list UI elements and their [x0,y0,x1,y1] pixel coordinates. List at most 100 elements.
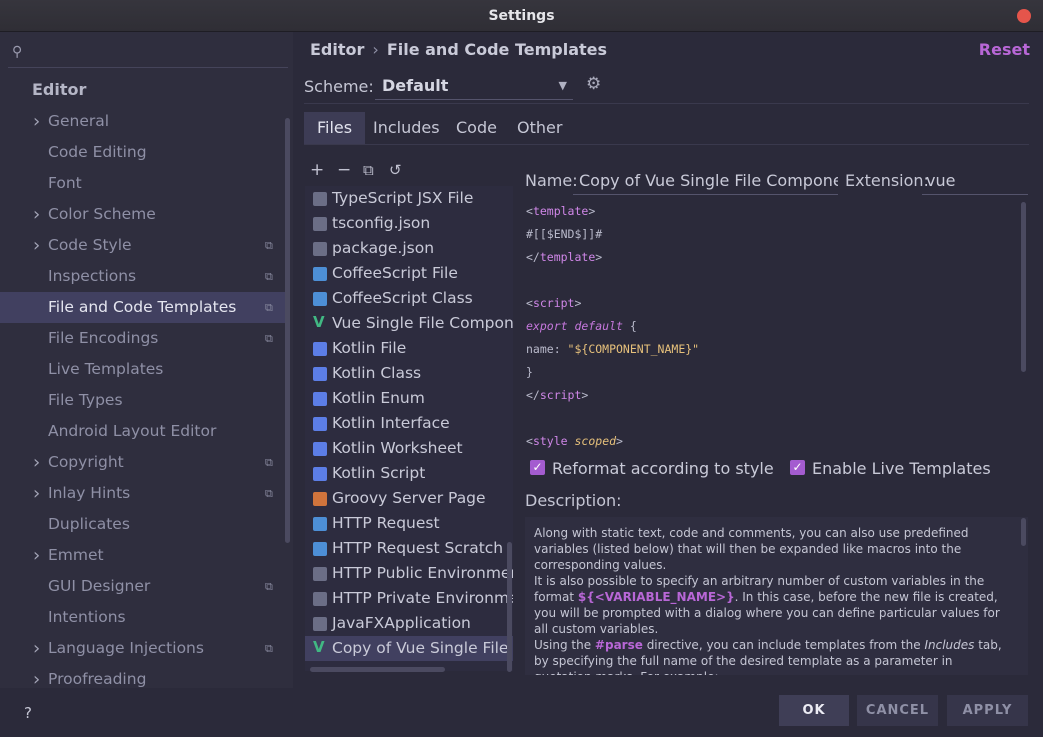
tab-includes[interactable]: Includes [360,112,453,144]
template-list-item[interactable]: package.json [305,236,513,261]
template-list-hscrollbar[interactable] [310,667,445,672]
sidebar-item-file-and-code-templates[interactable]: File and Code Templates ⧉ [0,292,290,323]
chevron-right-icon[interactable]: › [33,540,40,571]
settings-search-input[interactable]: ⚲ [8,38,288,68]
sidebar-section-editor[interactable]: Editor [32,80,86,99]
template-label: package.json [332,239,435,257]
sidebar-item-duplicates[interactable]: Duplicates [0,509,290,540]
editor-scrollbar[interactable] [1021,202,1026,372]
sidebar-item-live-templates[interactable]: Live Templates [0,354,290,385]
template-list-item[interactable]: Kotlin Script [305,461,513,486]
code-line: <style scoped> [526,434,623,448]
sidebar-item-copyright[interactable]: › Copyright ⧉ [0,447,290,478]
sidebar-item-file-encodings[interactable]: File Encodings ⧉ [0,323,290,354]
add-icon[interactable]: + [310,160,324,180]
apply-button[interactable]: APPLY [947,695,1028,726]
template-label: JavaFXApplication [332,614,471,632]
tab-other[interactable]: Other [504,112,575,144]
extension-input[interactable]: vue [922,165,1028,195]
kotlin-icon [313,417,327,431]
template-list-item[interactable]: CoffeeScript File [305,261,513,286]
sidebar-item-language-injections[interactable]: › Language Injections ⧉ [0,633,290,664]
template-label: Groovy Server Page [332,489,486,507]
chevron-right-icon[interactable]: › [33,106,40,137]
template-list-item[interactable]: HTTP Public Environment File [305,561,513,586]
ok-button[interactable]: OK [779,695,849,726]
sidebar-item-gui-designer[interactable]: GUI Designer ⧉ [0,571,290,602]
chevron-right-icon[interactable]: › [33,633,40,664]
name-label: Name: [525,171,578,190]
sidebar-item-android-layout-editor[interactable]: Android Layout Editor [0,416,290,447]
template-list-item[interactable]: tsconfig.json [305,211,513,236]
project-scope-icon: ⧉ [265,456,273,469]
template-list-vscrollbar[interactable] [507,542,512,672]
chevron-right-icon[interactable]: › [33,199,40,230]
tab-code[interactable]: Code [443,112,510,144]
sidebar-item-label: Color Scheme [48,205,156,223]
chevron-right-icon[interactable]: › [33,230,40,261]
sidebar-item-inlay-hints[interactable]: › Inlay Hints ⧉ [0,478,290,509]
breadcrumb-parent[interactable]: Editor [310,40,364,59]
code-line: export default { [526,319,637,333]
sidebar-scrollbar[interactable] [285,118,290,543]
sidebar-item-intentions[interactable]: Intentions [0,602,290,633]
sidebar-item-inspections[interactable]: Inspections ⧉ [0,261,290,292]
template-list-item[interactable]: HTTP Private Environment File [305,586,513,611]
remove-icon[interactable]: − [337,160,351,180]
revert-icon[interactable]: ↺ [389,161,402,179]
template-list-item[interactable]: Kotlin Worksheet [305,436,513,461]
code-line: } [526,365,533,379]
template-list-item[interactable]: Groovy Server Page [305,486,513,511]
kotlin-icon [313,367,327,381]
template-label: HTTP Public Environment File [332,564,513,582]
sidebar-item-emmet[interactable]: › Emmet [0,540,290,571]
project-scope-icon: ⧉ [265,270,273,283]
project-scope-icon: ⧉ [265,239,273,252]
template-list-item[interactable]: Kotlin Interface [305,411,513,436]
template-code-editor[interactable]: <template> #[[$END$]]# </template> <scri… [520,200,1028,450]
tab-files[interactable]: Files [304,112,366,144]
template-list-item[interactable]: CoffeeScript Class [305,286,513,311]
extension-label: Extension: [845,171,929,190]
chevron-right-icon[interactable]: › [33,664,40,695]
sidebar-item-proofreading[interactable]: › Proofreading [0,664,290,695]
template-list-item[interactable]: HTTP Request Scratch [305,536,513,561]
gear-icon[interactable]: ⚙ [586,74,601,94]
description-scrollbar[interactable] [1021,518,1026,546]
sidebar-item-label: File and Code Templates [48,298,237,316]
help-button[interactable]: ? [16,701,40,725]
template-list-item[interactable]: Kotlin File [305,336,513,361]
title-bar: Settings [0,0,1043,32]
template-label: Kotlin Class [332,364,422,382]
chevron-right-icon[interactable]: › [33,447,40,478]
close-window-button[interactable] [1017,9,1031,23]
coffeescript-icon [313,267,327,281]
template-label: Vue Single File Component [332,314,513,332]
sidebar-item-general[interactable]: › General [0,106,290,137]
copy-icon[interactable]: ⧉ [363,161,374,179]
description-paragraph: Using the #parse directive, you can incl… [534,638,1002,675]
sidebar-item-file-types[interactable]: File Types [0,385,290,416]
window-title: Settings [488,8,555,24]
template-list-item[interactable]: Kotlin Class [305,361,513,386]
sidebar-item-label: Android Layout Editor [48,422,217,440]
template-label: Kotlin Interface [332,414,450,432]
chevron-right-icon[interactable]: › [33,478,40,509]
template-list-item[interactable]: JavaFXApplication [305,611,513,636]
name-input[interactable]: Copy of Vue Single File Component [573,165,838,195]
template-list-item[interactable]: V Copy of Vue Single File Component [305,636,513,661]
sidebar-item-code-editing[interactable]: Code Editing [0,137,290,168]
reset-link[interactable]: Reset [979,40,1030,59]
project-scope-icon: ⧉ [265,487,273,500]
sidebar-item-color-scheme[interactable]: › Color Scheme [0,199,290,230]
cancel-button[interactable]: CANCEL [857,695,938,726]
sidebar-item-font[interactable]: Font [0,168,290,199]
template-list-item[interactable]: TypeScript JSX File [305,186,513,211]
description-panel: Along with static text, code and comment… [525,517,1028,675]
template-list-item[interactable]: V Vue Single File Component [305,311,513,336]
template-list-item[interactable]: HTTP Request [305,511,513,536]
template-list-item[interactable]: Kotlin Enum [305,386,513,411]
scheme-select[interactable]: Default ▼ [375,72,573,100]
sidebar-item-code-style[interactable]: › Code Style ⧉ [0,230,290,261]
description-paragraph: Along with static text, code and comment… [534,526,969,572]
